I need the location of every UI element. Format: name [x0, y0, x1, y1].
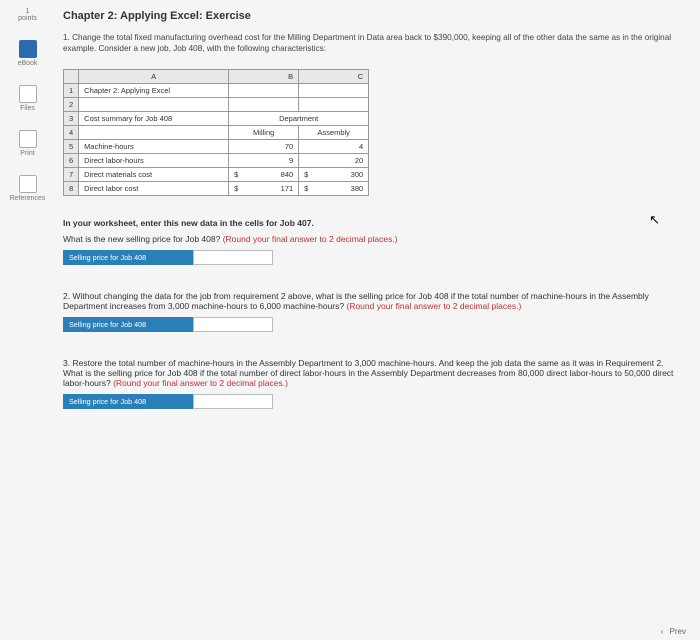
cell — [229, 83, 299, 97]
col-c: C — [299, 69, 369, 83]
cell: Cost summary for Job 408 — [79, 111, 229, 125]
cell: Milling — [229, 125, 299, 139]
q1-number: 1. — [63, 33, 70, 42]
answer-row-2: Selling price for Job 408 — [63, 317, 682, 332]
cursor-icon: ↖ — [649, 212, 660, 228]
cell: 20 — [299, 153, 369, 167]
sidebar-item-label: Print — [20, 150, 34, 157]
q2-hint: (Round your final answer to 2 decimal pl… — [346, 301, 521, 311]
print-icon — [19, 130, 37, 148]
answer-input-1[interactable] — [193, 250, 273, 265]
q3-number: 3. — [63, 358, 70, 368]
excel-table: A B C 1Chapter 2: Applying Excel 2 3Cost… — [63, 69, 369, 196]
q2-number: 2. — [63, 291, 70, 301]
row-num: 3 — [64, 111, 79, 125]
answer-input-2[interactable] — [193, 317, 273, 332]
q3-text: 3. Restore the total number of machine-h… — [63, 358, 682, 388]
page-title: Chapter 2: Applying Excel: Exercise — [63, 10, 682, 22]
footer-nav: ‹ Prev — [661, 627, 686, 636]
answer-label-2: Selling price for Job 408 — [63, 317, 193, 332]
sidebar-item-references[interactable]: References — [2, 175, 53, 202]
answer-input-3[interactable] — [193, 394, 273, 409]
cell: $840 — [229, 167, 299, 181]
worksheet-instruction: In your worksheet, enter this new data i… — [63, 218, 682, 228]
answer-row-3: Selling price for Job 408 — [63, 394, 682, 409]
cell: Assembly — [299, 125, 369, 139]
row-num: 8 — [64, 181, 79, 195]
row-num: 6 — [64, 153, 79, 167]
files-icon — [19, 85, 37, 103]
corner-cell — [64, 69, 79, 83]
col-a: A — [79, 69, 229, 83]
main-content: Chapter 2: Applying Excel: Exercise 1. C… — [55, 0, 700, 640]
chevron-left-icon[interactable]: ‹ — [661, 627, 664, 636]
cell — [299, 97, 369, 111]
points-indicator: 1 points — [2, 8, 53, 22]
answer-label-3: Selling price for Job 408 — [63, 394, 193, 409]
cell: Department — [229, 111, 369, 125]
cell — [79, 97, 229, 111]
col-b: B — [229, 69, 299, 83]
sidebar-item-files[interactable]: Files — [2, 85, 53, 112]
sidebar-item-label: Files — [20, 105, 35, 112]
cell: $300 — [299, 167, 369, 181]
cell: Direct labor cost — [79, 181, 229, 195]
row-num: 2 — [64, 97, 79, 111]
cell: Machine-hours — [79, 139, 229, 153]
cell: $171 — [229, 181, 299, 195]
question-1-text: 1. Change the total fixed manufacturing … — [63, 32, 682, 55]
cell — [299, 83, 369, 97]
q1-body: Change the total fixed manufacturing ove… — [63, 33, 671, 53]
sidebar: 1 points eBook Files Print References — [0, 0, 55, 640]
row-num: 4 — [64, 125, 79, 139]
points-value: 1 — [2, 8, 53, 15]
row-num: 1 — [64, 83, 79, 97]
points-label: points — [2, 15, 53, 22]
cell: 9 — [229, 153, 299, 167]
cell: Direct labor-hours — [79, 153, 229, 167]
cell: Chapter 2: Applying Excel — [79, 83, 229, 97]
ebook-icon — [19, 40, 37, 58]
answer-label-1: Selling price for Job 408 — [63, 250, 193, 265]
references-icon — [19, 175, 37, 193]
cell: 4 — [299, 139, 369, 153]
sidebar-item-label: References — [10, 195, 46, 202]
cell: Direct materials cost — [79, 167, 229, 181]
prev-button[interactable]: Prev — [670, 627, 686, 636]
cell: $380 — [299, 181, 369, 195]
row-num: 7 — [64, 167, 79, 181]
sidebar-item-ebook[interactable]: eBook — [2, 40, 53, 67]
sidebar-item-label: eBook — [18, 60, 38, 67]
answer-row-1: Selling price for Job 408 — [63, 250, 682, 265]
q3-hint: (Round your final answer to 2 decimal pl… — [113, 378, 288, 388]
cell — [79, 125, 229, 139]
row-num: 5 — [64, 139, 79, 153]
q2-text: 2. Without changing the data for the job… — [63, 291, 682, 311]
q1b-body: What is the new selling price for Job 40… — [63, 234, 223, 244]
cell — [229, 97, 299, 111]
q1b-text: What is the new selling price for Job 40… — [63, 234, 682, 244]
sidebar-item-print[interactable]: Print — [2, 130, 53, 157]
q1b-hint: (Round your final answer to 2 decimal pl… — [223, 234, 398, 244]
cell: 70 — [229, 139, 299, 153]
